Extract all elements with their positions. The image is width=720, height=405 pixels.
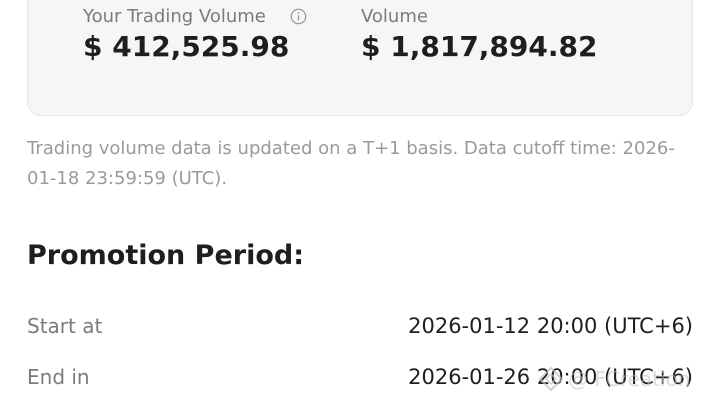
your-trading-volume-value: $ 412,525.98 xyxy=(83,30,290,63)
promotion-end-row: End in 2026-01-26 20:00 (UTC+6) xyxy=(27,362,693,392)
leaderboard-min-volume-label: Current Leaderboard Min Volume xyxy=(361,6,428,27)
leaderboard-min-volume-value: $ 1,817,894.82 xyxy=(361,30,598,63)
end-value: 2026-01-26 20:00 (UTC+6) xyxy=(408,365,693,389)
end-label: End in xyxy=(27,365,90,389)
start-value: 2026-01-12 20:00 (UTC+6) xyxy=(408,314,693,338)
your-trading-volume-label: Your Trading Volume xyxy=(83,6,266,27)
data-update-note: Trading volume data is updated on a T+1 … xyxy=(27,138,675,189)
your-trading-volume: Your Trading Volume $ 412,525.98 xyxy=(83,2,307,63)
volume-card: Your Trading Volume $ 412,525.98 Current… xyxy=(27,0,693,116)
promotion-period-title: Promotion Period: xyxy=(27,240,305,271)
leaderboard-min-volume: Current Leaderboard Min Volume $ 1,817,8… xyxy=(361,0,611,63)
start-label: Start at xyxy=(27,314,103,338)
promotion-start-row: Start at 2026-01-12 20:00 (UTC+6) xyxy=(27,311,693,341)
info-icon[interactable] xyxy=(290,8,307,25)
